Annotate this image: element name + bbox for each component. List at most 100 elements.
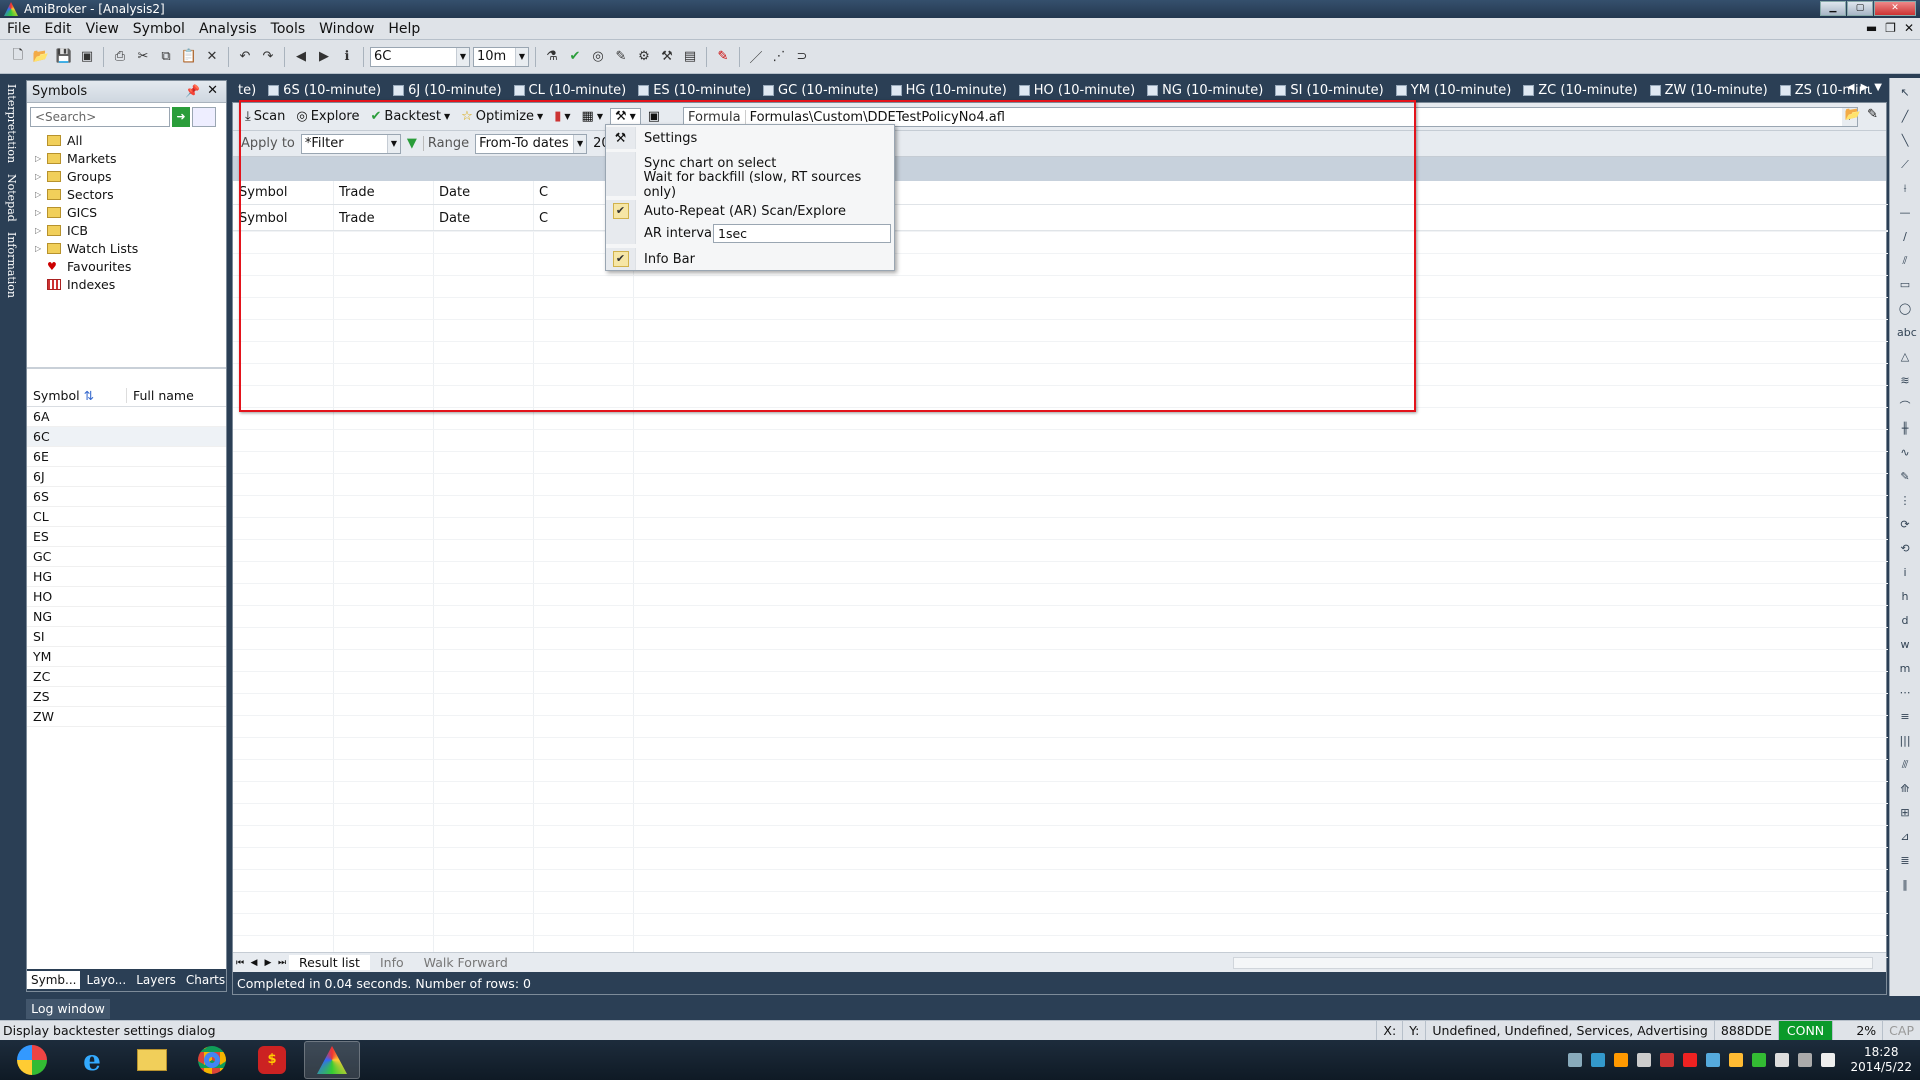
chevron-down-icon[interactable]: ▼ [456,47,469,66]
prev-tab-icon[interactable]: ◀ [247,958,261,968]
tab-layouts[interactable]: Layo... [82,971,130,989]
symbol-row[interactable]: CL [27,507,226,527]
doc-tab[interactable]: SI (10-minute) [1269,83,1389,98]
expand-icon[interactable]: ▷ [35,154,47,163]
tray-flag-icon[interactable] [1775,1053,1790,1067]
drawing-tool-icon[interactable]: h [1897,590,1913,604]
symbol-row[interactable]: ZS [27,687,226,707]
information-tab[interactable]: Information [5,232,18,298]
symbol-row[interactable]: 6C [27,427,226,447]
doc-tab[interactable]: 6S (10-minute) [262,83,387,98]
symbol-combo[interactable]: 6C ▼ [370,46,470,67]
tree-item-indexes[interactable]: Indexes [35,275,226,293]
tray-app-icon[interactable] [1729,1053,1744,1067]
tray-app-icon[interactable] [1660,1053,1675,1067]
close-icon[interactable]: ✕ [207,83,218,98]
interpretation-tab[interactable]: Interpretation [5,84,18,163]
expand-icon[interactable]: ▷ [35,172,47,181]
magnet-icon[interactable]: ⊃ [792,47,812,67]
chart-tool-icon[interactable]: ⚙ [634,47,654,67]
symbol-row[interactable]: 6A [27,407,226,427]
symbol-row[interactable]: 6E [27,447,226,467]
drawing-tool-icon[interactable]: ⊿ [1897,830,1913,844]
tab-scroll-left-icon[interactable]: ◀ [1847,82,1855,93]
cut-icon[interactable]: ✂ [133,47,153,67]
symbol-row[interactable]: GC [27,547,226,567]
drawing-tool-icon[interactable]: d [1897,614,1913,628]
flask-icon[interactable]: ⚗ [542,47,562,67]
expand-icon[interactable]: ▷ [35,244,47,253]
edit-formula-icon[interactable]: ✎ [1867,107,1878,122]
menu-view[interactable]: View [79,21,126,37]
drawing-tool-icon[interactable]: ≡ [1897,710,1913,724]
drawing-tool-icon[interactable]: ✎ [1897,470,1913,484]
doc-tab[interactable]: HO (10-minute) [1013,83,1141,98]
tray-app-icon[interactable] [1637,1053,1652,1067]
drawing-tool-icon[interactable]: ◯ [1897,302,1913,316]
drawing-tool-icon[interactable]: ⊞ [1897,806,1913,820]
back-icon[interactable]: ◀ [291,47,311,67]
log-window-button[interactable]: Log window [26,999,110,1019]
tray-app-icon[interactable] [1614,1053,1629,1067]
drawing-tool-icon[interactable]: ⫻ [1897,758,1913,772]
drawing-tool-icon[interactable]: ⋮ [1897,494,1913,508]
menu-edit[interactable]: Edit [37,21,78,37]
doc-tab[interactable]: ES (10-minute) [632,83,757,98]
doc-tab[interactable]: ZW (10-minute) [1644,83,1774,98]
delete-icon[interactable]: ✕ [202,47,222,67]
save-all-icon[interactable]: ▣ [77,47,97,67]
symbol-row[interactable]: HG [27,567,226,587]
forward-icon[interactable]: ▶ [314,47,334,67]
symbol-row[interactable]: SI [27,627,226,647]
undo-icon[interactable]: ↶ [235,47,255,67]
new-file-icon[interactable]: 🗋 [8,47,28,67]
tray-app-icon[interactable] [1683,1053,1698,1067]
drawing-tool-icon[interactable]: ↖ [1897,86,1913,100]
doc-tab[interactable]: GC (10-minute) [757,83,885,98]
doc-tab[interactable]: te) [232,83,262,98]
taskbar-explorer[interactable] [124,1041,180,1079]
drawing-tool-icon[interactable]: ≋ [1897,374,1913,388]
drawing-tool-icon[interactable]: m [1897,662,1913,676]
tree-item-icb[interactable]: ▷ ICB [35,221,226,239]
symbol-row[interactable]: ZW [27,707,226,727]
tab-layers[interactable]: Layers [132,971,180,989]
close-button[interactable]: ✕ [1874,1,1916,16]
doc-tab[interactable]: NG (10-minute) [1141,83,1269,98]
expand-icon[interactable]: ▷ [35,226,47,235]
drawing-tool-icon[interactable]: w [1897,638,1913,652]
doc-tab[interactable]: YM (10-minute) [1390,83,1518,98]
tab-scroll-right-icon[interactable]: ▶ [1861,82,1869,93]
tray-app-icon[interactable] [1706,1053,1721,1067]
mdi-minimize-icon[interactable]: ▬ [1866,21,1877,35]
drawing-tool-icon[interactable]: ⟳ [1897,518,1913,532]
symbol-row[interactable]: ES [27,527,226,547]
last-tab-icon[interactable]: ⏭ [275,958,289,968]
expand-icon[interactable]: ▷ [35,208,47,217]
print-icon[interactable]: ⎙ [110,47,130,67]
column-header-fullname[interactable]: Full name [127,388,194,403]
tree-item-markets[interactable]: ▷ Markets [35,149,226,167]
taskbar-ie[interactable]: e [64,1041,120,1079]
drawing-tool-icon[interactable]: ∿ [1897,446,1913,460]
drawing-tool-icon[interactable]: ⋯ [1897,686,1913,700]
line-tool-icon[interactable]: ／ [746,47,766,67]
mdi-restore-icon[interactable]: ❐ [1885,21,1896,35]
save-icon[interactable]: 💾 [54,47,74,67]
drawing-tool-icon[interactable]: abc [1897,326,1917,340]
drawing-tool-icon[interactable]: i [1897,566,1913,580]
drawing-tool-icon[interactable]: ╱ [1897,110,1913,124]
drawing-tool-icon[interactable]: ▭ [1897,278,1913,292]
doc-tab[interactable]: 6J (10-minute) [387,83,507,98]
maximize-button[interactable]: ▢ [1847,1,1873,16]
minimize-button[interactable]: ▁ [1820,1,1846,16]
drawing-tool-icon[interactable]: △ [1897,350,1913,364]
drawing-tool-icon[interactable]: ⟊ [1897,182,1913,196]
menu-tools[interactable]: Tools [264,21,313,37]
tree-item-sectors[interactable]: ▷ Sectors [35,185,226,203]
menu-analysis[interactable]: Analysis [192,21,264,37]
info-icon[interactable]: ℹ [337,47,357,67]
doc-tab[interactable]: ZC (10-minute) [1517,83,1643,98]
drawing-tool-icon[interactable]: ⌒ [1897,398,1913,413]
tree-item-groups[interactable]: ▷ Groups [35,167,226,185]
